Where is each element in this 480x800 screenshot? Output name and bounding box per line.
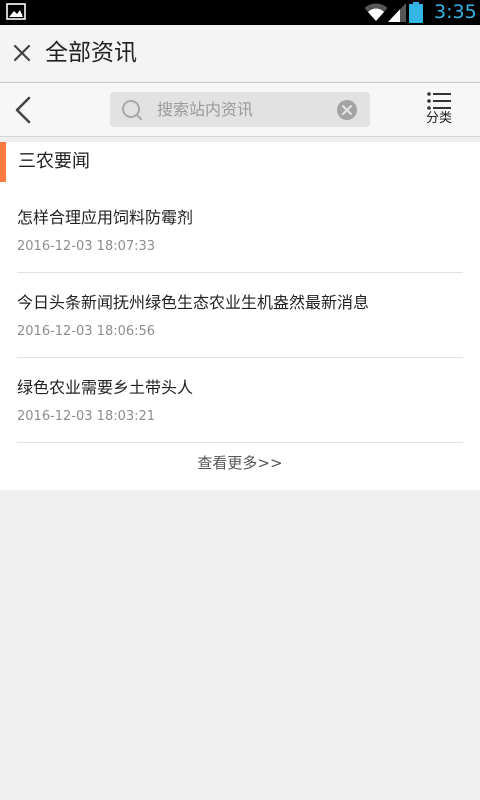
status-time: 3:35: [434, 1, 477, 23]
news-title: 怎样合理应用饲料防霉剂: [17, 208, 194, 227]
title-bar: 全部资讯: [0, 25, 480, 83]
list-icon: [427, 92, 451, 110]
search-placeholder: 搜索站内资讯: [157, 100, 254, 119]
news-title: 今日头条新闻抚州绿色生态农业生机盎然最新消息: [17, 293, 370, 312]
news-item[interactable]: 绿色农业需要乡土带头人 2016-12-03 18:03:21: [17, 357, 463, 443]
section-accent-bar: [0, 142, 6, 182]
battery-icon: [409, 2, 423, 23]
search-input[interactable]: 搜索站内资讯: [110, 92, 370, 127]
search-bar: 搜索站内资讯 分类: [0, 83, 480, 137]
close-icon[interactable]: [12, 43, 32, 63]
news-item[interactable]: 今日头条新闻抚州绿色生态农业生机盎然最新消息 2016-12-03 18:06:…: [17, 272, 463, 358]
news-title: 绿色农业需要乡土带头人: [17, 378, 194, 397]
back-icon[interactable]: [14, 96, 32, 124]
page-title: 全部资讯: [45, 40, 137, 66]
status-bar: 3:35: [0, 0, 480, 25]
news-time: 2016-12-03 18:07:33: [17, 239, 156, 254]
news-time: 2016-12-03 18:06:56: [17, 324, 156, 339]
gallery-icon: [6, 3, 26, 20]
signal-icon: [388, 3, 406, 22]
wifi-icon: [364, 3, 388, 21]
clear-icon[interactable]: [336, 99, 358, 121]
view-more-link[interactable]: 查看更多>>: [0, 448, 480, 478]
search-icon: [122, 100, 142, 120]
category-button[interactable]: 分类: [418, 91, 460, 131]
section-title: 三农要闻: [18, 151, 90, 172]
category-label: 分类: [425, 111, 452, 126]
news-time: 2016-12-03 18:03:21: [17, 409, 156, 424]
news-item[interactable]: 怎样合理应用饲料防霉剂 2016-12-03 18:07:33: [17, 187, 463, 273]
news-card: 三农要闻 怎样合理应用饲料防霉剂 2016-12-03 18:07:33 今日头…: [0, 142, 480, 490]
